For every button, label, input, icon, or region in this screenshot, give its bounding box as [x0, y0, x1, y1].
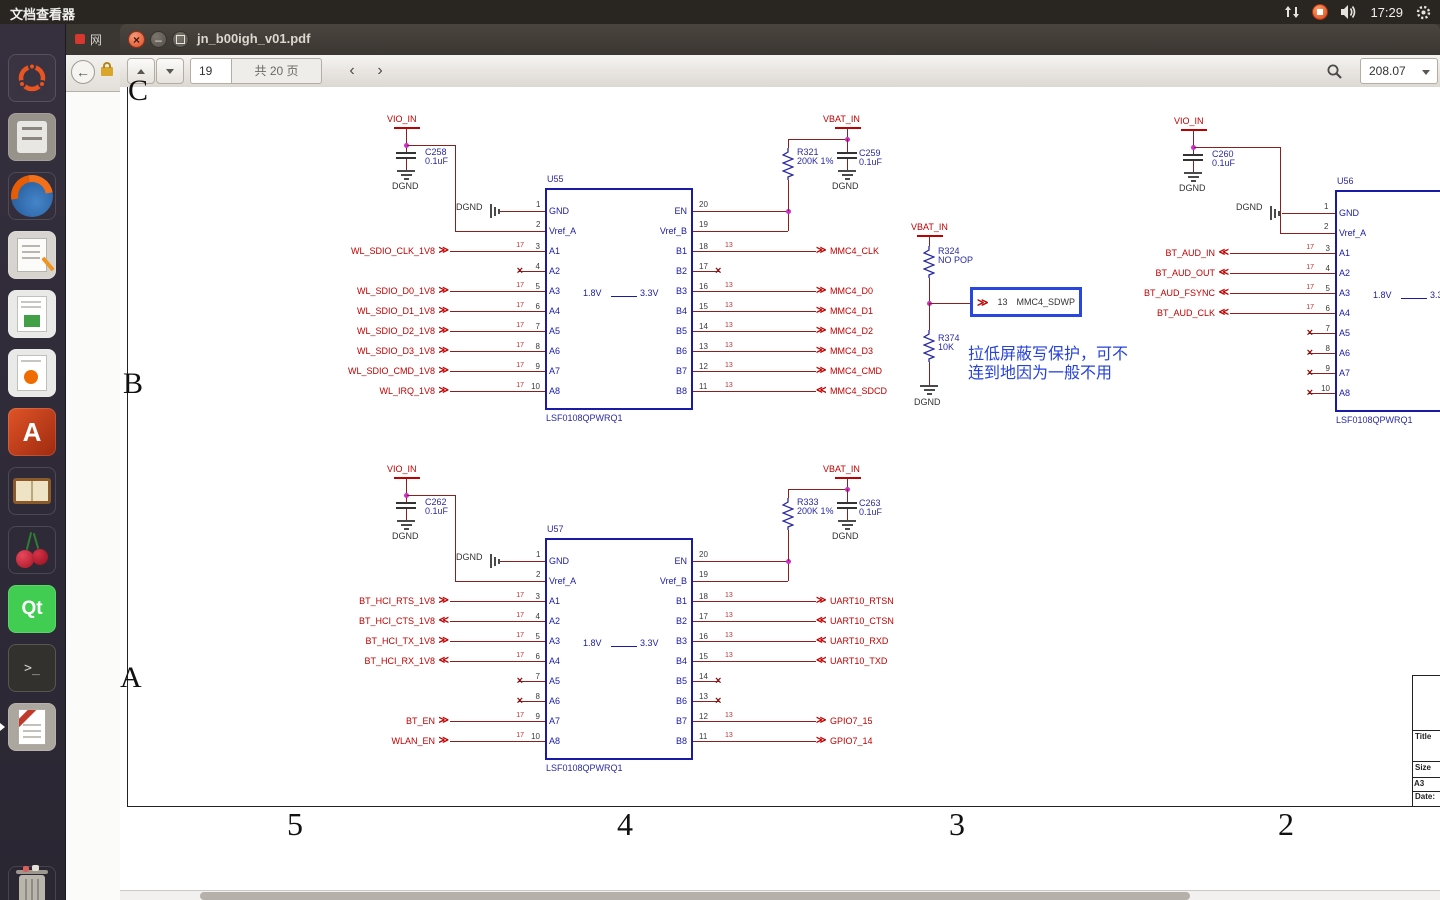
- cherry-stem-icon: [32, 533, 40, 549]
- launcher-item-book[interactable]: [8, 467, 56, 515]
- window-titlebar[interactable]: × – jn_b00igh_v01.pdf: [120, 24, 1440, 56]
- qt-logo-icon: Qt: [21, 598, 43, 619]
- running-indicator-icon: [0, 723, 5, 731]
- volume-icon[interactable]: [1340, 4, 1358, 20]
- page-total-label: 共 20 页: [232, 58, 322, 84]
- pdf-page[interactable]: [120, 87, 1440, 890]
- calc-icon: [17, 296, 47, 332]
- launcher-item-cherry[interactable]: [8, 526, 56, 574]
- launcher-item-text-editor[interactable]: [8, 231, 56, 279]
- tab-title[interactable]: 网: [90, 31, 102, 48]
- viewer-toolbar: 共 20 页 ‹ › 208.07: [120, 55, 1440, 88]
- text-editor-icon: [17, 238, 47, 272]
- document-viewer-icon: [18, 709, 46, 745]
- launcher-item-files[interactable]: [8, 113, 56, 161]
- history-back-button[interactable]: ‹: [338, 58, 366, 84]
- system-tray: 17:29: [1284, 0, 1432, 24]
- lock-icon: [101, 62, 113, 76]
- triangle-up-icon: [137, 68, 145, 74]
- desktop: 文档查看器 17:29 A Qt >_ 网 ← × – jn_b00igh_v0…: [0, 0, 1440, 900]
- page-number-input[interactable]: [190, 58, 232, 84]
- minimize-button[interactable]: –: [150, 31, 167, 48]
- ubuntu-logo-icon: [18, 62, 46, 92]
- tab-favicon: [75, 34, 85, 44]
- trash-icon: [16, 865, 48, 900]
- terminal-prompt-icon: >_: [24, 660, 40, 676]
- firefox-icon: [2, 166, 62, 226]
- horizontal-scrollbar[interactable]: [120, 890, 1440, 900]
- file-cabinet-icon: [17, 121, 47, 153]
- page-down-button[interactable]: [156, 58, 184, 84]
- panel-app-title[interactable]: 文档查看器: [10, 4, 75, 23]
- zoom-value: 208.07: [1369, 64, 1406, 78]
- search-icon: [1327, 64, 1342, 79]
- book-icon: [13, 478, 51, 504]
- launcher-item-trash[interactable]: [8, 865, 56, 900]
- a-letter-icon: A: [22, 416, 42, 447]
- background-toolbar: ←: [65, 55, 120, 92]
- launcher-item-qt[interactable]: Qt: [8, 585, 56, 633]
- launcher-item-terminal[interactable]: >_: [8, 644, 56, 692]
- impress-icon: [17, 355, 47, 391]
- page-up-button[interactable]: [127, 58, 155, 84]
- maximize-icon: [176, 35, 185, 44]
- input-method-icon[interactable]: [1312, 4, 1329, 20]
- launcher-item-dash[interactable]: [8, 54, 56, 102]
- launcher-item-a-app[interactable]: A: [8, 408, 56, 456]
- clock[interactable]: 17:29: [1370, 5, 1403, 20]
- cherry-right-icon: [32, 549, 48, 565]
- maximize-button[interactable]: [172, 31, 189, 48]
- close-button[interactable]: ×: [128, 31, 145, 48]
- cherry-icon: [25, 532, 33, 550]
- launcher-item-libreoffice-calc[interactable]: [8, 290, 56, 338]
- session-gear-icon[interactable]: [1415, 4, 1432, 21]
- window-title: jn_b00igh_v01.pdf: [197, 31, 311, 46]
- network-indicator-icon[interactable]: [1284, 4, 1300, 20]
- unity-launcher: A Qt >_: [0, 24, 66, 900]
- back-button[interactable]: ←: [71, 60, 95, 84]
- scrollbar-thumb[interactable]: [200, 892, 1190, 900]
- triangle-down-icon: [166, 68, 174, 74]
- launcher-item-firefox[interactable]: [2, 166, 62, 226]
- zoom-select[interactable]: 208.07: [1360, 58, 1438, 84]
- launcher-item-document-viewer[interactable]: [8, 703, 56, 751]
- history-forward-button[interactable]: ›: [366, 58, 394, 84]
- chevron-down-icon: [1422, 70, 1430, 75]
- search-button[interactable]: [1320, 58, 1348, 84]
- top-panel: 文档查看器 17:29: [0, 0, 1440, 24]
- background-tab-bar: 网: [65, 24, 120, 55]
- background-window[interactable]: 网 ←: [65, 24, 120, 900]
- launcher-item-libreoffice-impress[interactable]: [8, 349, 56, 397]
